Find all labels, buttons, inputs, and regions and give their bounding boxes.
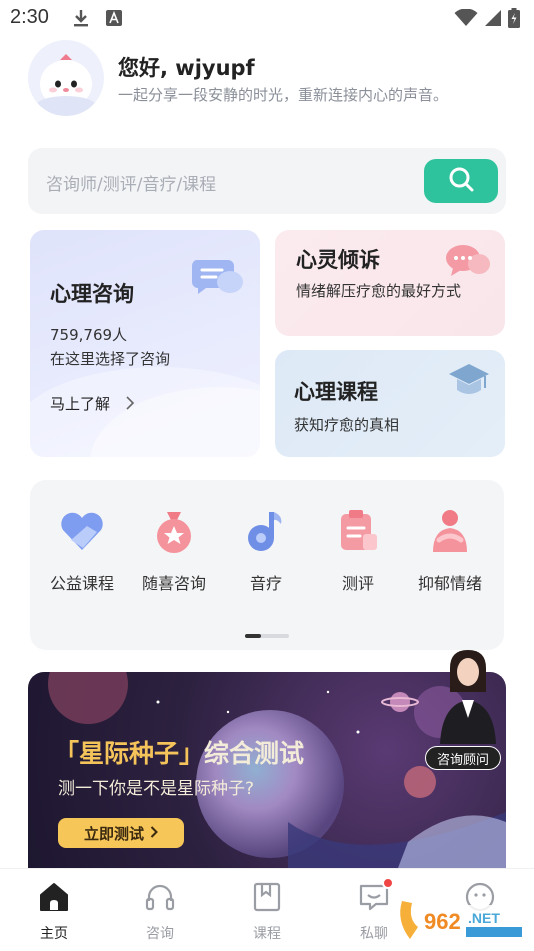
course-title: 心理课程 xyxy=(294,380,378,404)
nav-home[interactable]: 主页 xyxy=(14,881,94,943)
consult-desc: 在这里选择了咨询 xyxy=(50,350,171,368)
status-bar: 2:30 xyxy=(0,0,534,36)
battery-icon xyxy=(508,8,520,32)
category-grid: 公益课程 随喜咨询 音疗 测评 抑郁情绪 xyxy=(30,480,504,650)
download-icon xyxy=(72,8,90,32)
speech-bubbles-icon xyxy=(443,240,493,284)
course-card[interactable]: 心理课程 获知疗愈的真相 xyxy=(275,350,505,457)
category-label: 公益课程 xyxy=(49,574,114,593)
promo-banner[interactable]: 「星际种子」综合测试 测一下你是不是星际种子? 立即测试 xyxy=(28,672,506,868)
confide-title: 心灵倾诉 xyxy=(296,248,380,272)
hug-person-icon xyxy=(425,506,475,556)
page-indicator xyxy=(245,634,289,638)
signal-icon xyxy=(484,9,502,31)
greeting-subtitle: 一起分享一段安静的时光，重新连接内心的声音。 xyxy=(118,86,449,104)
search-bar[interactable]: 咨询师/测评/音疗/课程 xyxy=(28,148,506,214)
heart-hand-icon xyxy=(57,506,107,556)
nav-label: 课程 xyxy=(253,926,281,942)
category-item-public-course[interactable]: 公益课程 xyxy=(37,506,127,594)
music-note-icon xyxy=(241,506,291,556)
consult-card[interactable]: 心理咨询 759,769人 在这里选择了咨询 马上了解 xyxy=(30,230,260,457)
category-item-depression[interactable]: 抑郁情绪 xyxy=(405,506,495,594)
banner-subtitle: 测一下你是不是星际种子? xyxy=(58,779,255,799)
consult-link-label: 马上了解 xyxy=(50,395,111,413)
nav-label: 主页 xyxy=(40,926,68,942)
graduation-cap-icon xyxy=(447,360,491,404)
confide-desc: 情绪解压疗愈的最好方式 xyxy=(296,282,462,300)
category-item-sound-therapy[interactable]: 音疗 xyxy=(221,506,311,594)
search-icon xyxy=(447,165,475,197)
course-desc: 获知疗愈的真相 xyxy=(294,416,400,434)
avatar[interactable] xyxy=(28,40,104,116)
headset-icon xyxy=(120,881,200,917)
nav-consult[interactable]: 咨询 xyxy=(120,881,200,943)
banner-title-prefix: 「星际种子」 xyxy=(54,739,205,768)
consult-title: 心理咨询 xyxy=(50,282,134,306)
wifi-icon xyxy=(454,8,478,31)
watermark-logo: 962 .NET xyxy=(396,897,532,945)
svg-text:.NET: .NET xyxy=(468,910,500,926)
font-a-icon xyxy=(106,10,122,30)
chevron-right-icon xyxy=(150,824,158,842)
search-button[interactable] xyxy=(424,159,498,203)
book-icon xyxy=(227,881,307,917)
category-label: 测评 xyxy=(341,574,374,593)
consult-link[interactable]: 马上了解 xyxy=(50,393,135,414)
category-label: 音疗 xyxy=(249,574,282,593)
search-input[interactable]: 咨询师/测评/音疗/课程 xyxy=(46,170,216,195)
nav-course[interactable]: 课程 xyxy=(227,881,307,943)
greeting-title: 您好, wjyupf xyxy=(118,56,255,80)
category-label: 抑郁情绪 xyxy=(417,574,482,593)
clipboard-icon xyxy=(333,506,383,556)
svg-text:962: 962 xyxy=(424,909,461,934)
category-label: 随喜咨询 xyxy=(141,574,206,593)
banner-title-rest: 综合测试 xyxy=(204,739,305,768)
advisor-avatar[interactable] xyxy=(436,648,500,744)
nav-label: 咨询 xyxy=(146,926,174,942)
advisor-button[interactable]: 咨询顾问 xyxy=(425,746,501,770)
confide-card[interactable]: 心灵倾诉 情绪解压疗愈的最好方式 xyxy=(275,230,505,336)
home-icon xyxy=(14,881,94,917)
star-bag-icon xyxy=(149,506,199,556)
category-item-donation-consult[interactable]: 随喜咨询 xyxy=(129,506,219,594)
start-test-button[interactable]: 立即测试 xyxy=(58,818,184,848)
start-test-label: 立即测试 xyxy=(83,824,144,843)
consult-count: 759,769人 xyxy=(50,326,128,344)
status-time: 2:30 xyxy=(10,6,49,28)
banner-title: 「星际种子」综合测试 xyxy=(54,734,304,770)
chat-bubble-icon xyxy=(190,252,246,304)
unread-badge xyxy=(382,877,394,889)
category-item-assessment[interactable]: 测评 xyxy=(313,506,403,594)
chevron-right-icon xyxy=(125,395,135,414)
